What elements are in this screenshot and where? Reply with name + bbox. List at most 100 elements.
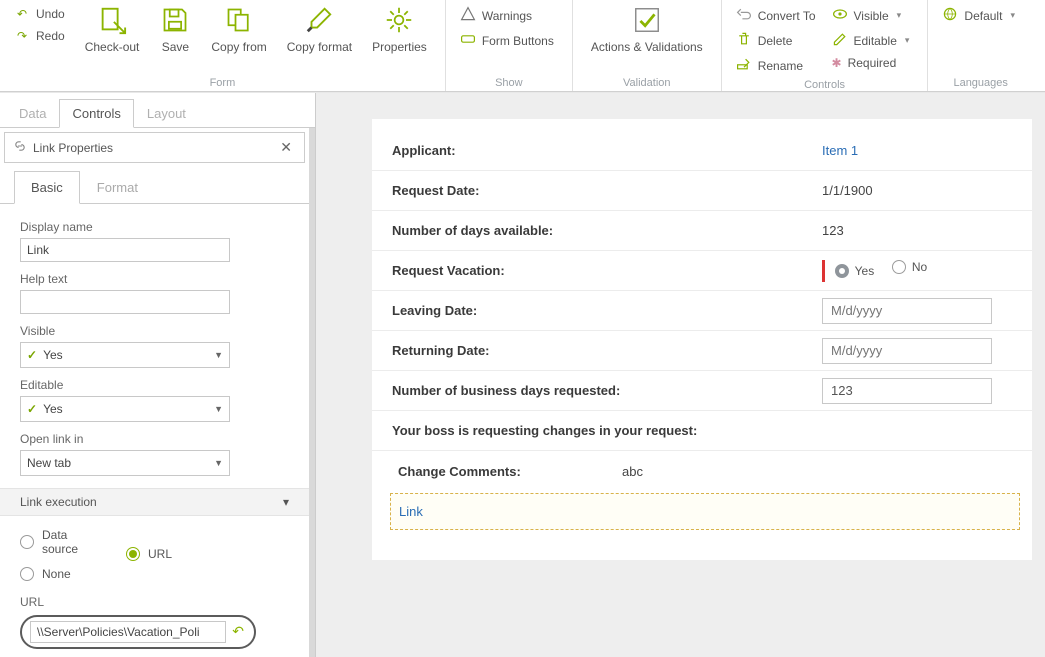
label-visible: Visible (20, 324, 293, 338)
label-help-text: Help text (20, 272, 293, 286)
panel-title-bar: Link Properties ✕ (4, 132, 305, 163)
value-request-date: 1/1/1900 (822, 183, 1020, 198)
language-label: Default (964, 9, 1002, 23)
link-execution-header[interactable]: Link execution ▾ (0, 488, 309, 516)
actions-validations-button[interactable]: Actions & Validations (581, 0, 713, 54)
subtab-basic[interactable]: Basic (14, 171, 80, 204)
editable-value: Yes (43, 402, 63, 416)
radio-no-label: No (912, 260, 927, 274)
label-returning: Returning Date: (392, 343, 822, 358)
redo-label: Redo (36, 29, 65, 43)
display-name-input[interactable] (20, 238, 230, 262)
group-label-form: Form (8, 75, 437, 89)
save-icon (159, 4, 191, 36)
copyfrom-icon (223, 4, 255, 36)
delete-button[interactable]: Delete (732, 29, 820, 52)
warning-icon (460, 6, 476, 25)
warnings-label: Warnings (482, 9, 532, 23)
ribbon-group-controls: Convert To Delete Rename (722, 0, 929, 91)
actions-label: Actions & Validations (591, 40, 703, 54)
biz-days-input[interactable] (822, 378, 992, 404)
convert-icon (736, 6, 752, 25)
label-open-in: Open link in (20, 432, 293, 446)
warnings-button[interactable]: Warnings (456, 4, 558, 27)
visible-select[interactable]: ✓Yes ▼ (20, 342, 230, 368)
value-applicant[interactable]: Item 1 (822, 143, 858, 158)
label-editable: Editable (20, 378, 293, 392)
rename-button[interactable]: Rename (732, 54, 820, 77)
link-control-text[interactable]: Link (399, 504, 423, 519)
subtab-format[interactable]: Format (80, 171, 155, 204)
group-label-show: Show (454, 75, 564, 89)
required-indicator (822, 260, 825, 282)
convert-button[interactable]: Convert To (732, 4, 820, 27)
subtabs: Basic Format (0, 167, 309, 204)
radio-none-label: None (42, 567, 71, 581)
radio-no[interactable]: No (892, 260, 927, 274)
formbuttons-label: Form Buttons (482, 34, 554, 48)
value-days-available: 123 (822, 223, 1020, 238)
properties-button[interactable]: Properties (362, 0, 437, 54)
radio-none[interactable]: None (20, 567, 100, 581)
label-url: URL (20, 595, 293, 609)
copyfrom-label: Copy from (211, 40, 266, 54)
editable-button[interactable]: Editable▾ (828, 29, 914, 52)
open-in-value: New tab (27, 456, 71, 470)
gear-icon (383, 4, 415, 36)
required-label: Required (848, 56, 897, 70)
radio-yes[interactable]: Yes (835, 264, 875, 278)
undo-button[interactable]: ↶ Undo (10, 4, 69, 24)
chevron-down-icon: ▾ (283, 495, 289, 509)
label-boss: Your boss is requesting changes in your … (392, 423, 822, 438)
tab-controls[interactable]: Controls (59, 99, 133, 128)
close-panel-button[interactable]: ✕ (276, 139, 296, 156)
main-area: Data Controls Layout Link Properties ✕ (0, 92, 1045, 657)
editable-label: Editable (854, 34, 897, 48)
radio-url[interactable]: URL (126, 528, 206, 581)
checkout-icon (96, 4, 128, 36)
language-default-button[interactable]: Default▾ (938, 4, 1019, 27)
copyfrom-button[interactable]: Copy from (201, 0, 276, 54)
undo-url-icon[interactable]: ↶ (230, 623, 246, 640)
returning-date-input[interactable] (822, 338, 992, 364)
save-button[interactable]: Save (149, 0, 201, 54)
redo-button[interactable]: ↷ Redo (10, 26, 69, 46)
redo-icon: ↷ (14, 28, 30, 44)
checkout-button[interactable]: Check-out (75, 0, 150, 54)
url-row-highlight: ↶ (20, 615, 256, 649)
editable-select[interactable]: ✓Yes ▼ (20, 396, 230, 422)
label-comments: Change Comments: (392, 464, 622, 479)
undo-icon: ↶ (14, 6, 30, 22)
tab-layout[interactable]: Layout (134, 99, 199, 128)
leaving-date-input[interactable] (822, 298, 992, 324)
left-panel: Data Controls Layout Link Properties ✕ (0, 93, 316, 657)
save-label: Save (162, 40, 189, 54)
radio-ds-label: Data source (42, 528, 90, 557)
label-request-vacation: Request Vacation: (392, 263, 822, 278)
group-label-controls: Controls (730, 77, 920, 91)
visible-label: Visible (854, 9, 889, 23)
label-leaving: Leaving Date: (392, 303, 822, 318)
value-comments: abc (622, 464, 1020, 479)
form-buttons-icon (460, 31, 476, 50)
link-icon (13, 139, 27, 156)
convert-label: Convert To (758, 9, 816, 23)
group-label-validation: Validation (581, 75, 713, 89)
ribbon-group-validation: Actions & Validations Validation (573, 0, 722, 91)
visible-button[interactable]: Visible▾ (828, 4, 914, 27)
url-input[interactable] (30, 621, 226, 643)
chevron-down-icon: ▼ (214, 350, 223, 360)
form-canvas[interactable]: Applicant: Item 1 Request Date: 1/1/1900… (316, 93, 1045, 657)
help-text-input[interactable] (20, 290, 230, 314)
ribbon-group-languages: Default▾ Languages (928, 0, 1033, 91)
required-button[interactable]: ✱ Required (828, 54, 914, 72)
selected-link-control[interactable]: Link (390, 493, 1020, 530)
open-in-select[interactable]: New tab ▼ (20, 450, 230, 476)
radio-yes-label: Yes (855, 264, 875, 278)
radio-datasource[interactable]: Data source (20, 528, 100, 557)
copyformat-button[interactable]: Copy format (277, 0, 362, 54)
formbuttons-button[interactable]: Form Buttons (456, 29, 558, 52)
eye-icon (832, 6, 848, 25)
ribbon-group-form: ↶ Undo ↷ Redo Check-out Save (0, 0, 446, 91)
tab-data[interactable]: Data (6, 99, 59, 128)
